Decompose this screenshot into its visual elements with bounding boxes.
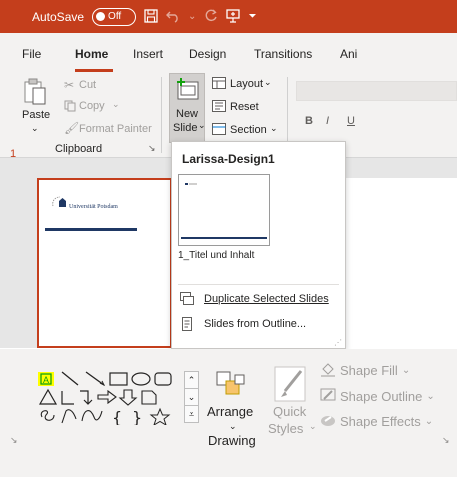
section-label[interactable]: Section	[230, 124, 267, 136]
tab-insert[interactable]: Insert	[133, 47, 163, 61]
new-slide-label-line2: Slide	[173, 122, 198, 134]
university-logo	[51, 194, 69, 213]
reset-label[interactable]: Reset	[230, 101, 259, 113]
cut-icon[interactable]: ✂	[64, 78, 74, 92]
shapes-gallery: A { }	[30, 369, 192, 427]
layout-thumbnail[interactable]	[178, 174, 270, 246]
gallery-up-icon[interactable]: ⌃	[185, 372, 198, 389]
clipboard-group-label: Clipboard	[55, 143, 103, 155]
save-icon[interactable]	[144, 8, 158, 25]
duplicate-slides-label: Duplicate Selected Slides	[204, 293, 329, 305]
copy-icon[interactable]	[64, 100, 76, 115]
shapes-gallery-scroll[interactable]: ⌃ ⌄ ⩡	[184, 371, 199, 423]
start-slideshow-icon[interactable]	[226, 8, 241, 25]
redo-icon[interactable]	[204, 9, 218, 25]
active-tab-indicator	[75, 69, 113, 72]
shape-outline-button[interactable]: Shape Outline ⌄	[320, 387, 435, 406]
font-name-combobox[interactable]	[296, 81, 457, 101]
dropdown-heading: Larissa-Design1	[182, 152, 275, 166]
gallery-more-icon[interactable]: ⩡	[185, 406, 198, 423]
shape-effects-dropdown-icon: ⌄	[424, 416, 434, 427]
autosave-label: AutoSave	[32, 9, 85, 24]
duplicate-slides-icon	[180, 292, 194, 306]
bold-button[interactable]: B	[305, 115, 313, 127]
paste-label[interactable]: Paste	[22, 109, 50, 121]
title-bar: AutoSave Off ⌄ ⏷	[0, 0, 457, 33]
shape-effects-button[interactable]: Shape Effects ⌄	[320, 412, 433, 431]
shape-outline-icon	[320, 387, 336, 406]
paste-dropdown-icon[interactable]: ⌄	[31, 123, 39, 134]
tab-transitions[interactable]: Transitions	[254, 47, 312, 61]
layout-title-bar	[181, 237, 267, 239]
tab-animations[interactable]: Ani	[340, 47, 357, 61]
svg-text:}: }	[132, 408, 142, 425]
format-painter-icon[interactable]: 🖌	[64, 121, 79, 135]
outline-icon	[180, 317, 194, 331]
toggle-knob	[96, 12, 106, 21]
new-slide-icon	[175, 77, 201, 104]
quick-styles-dropdown-icon[interactable]: ⌄	[309, 421, 317, 432]
resize-grip-icon[interactable]: ⋰	[334, 338, 342, 347]
shape-effects-icon	[320, 412, 336, 431]
new-slide-button[interactable]: New Slide ⌄	[169, 73, 206, 143]
paste-icon[interactable]	[24, 78, 46, 109]
italic-button[interactable]: I	[326, 115, 329, 127]
slides-from-outline-label: Slides from Outline...	[204, 318, 307, 330]
layout-icon[interactable]	[212, 77, 226, 92]
clipboard-launcher-icon[interactable]: ↘	[148, 143, 156, 154]
new-slide-dropdown-icon: ⌄	[198, 120, 206, 130]
underline-button[interactable]: U	[347, 115, 355, 127]
new-slide-dropdown: Larissa-Design1 1_Titel und Inhalt Dupli…	[171, 141, 346, 349]
svg-text:A: A	[43, 375, 49, 385]
layout-name[interactable]: 1_Titel und Inhalt	[178, 250, 254, 261]
toggle-state: Off	[108, 11, 122, 22]
shape-outline-label: Shape Outline	[340, 389, 423, 404]
shape-fill-icon	[320, 361, 336, 380]
slides-from-outline-item[interactable]: Slides from Outline...	[180, 315, 306, 333]
customize-qat-icon[interactable]: ⏷	[248, 11, 256, 22]
slide-title-bar	[45, 228, 137, 231]
arrange-label[interactable]: Arrange	[207, 404, 253, 419]
left-launcher-icon[interactable]: ↘	[10, 435, 18, 446]
quick-styles-label-line1[interactable]: Quick	[273, 404, 306, 419]
shape-fill-label: Shape Fill	[340, 363, 398, 378]
university-name: Universität Potsdam	[69, 204, 118, 210]
shape-effects-label: Shape Effects	[340, 414, 421, 429]
new-slide-label-line1: New	[176, 108, 199, 120]
quick-styles-icon[interactable]	[273, 365, 307, 406]
section-dropdown-icon[interactable]: ⌄	[270, 123, 278, 134]
tab-file[interactable]: File	[22, 47, 41, 61]
copy-label[interactable]: Copy	[79, 100, 105, 112]
drawing-group-label: Drawing	[208, 433, 256, 448]
tab-home[interactable]: Home	[75, 47, 108, 61]
separator	[161, 77, 162, 153]
drawing-group: A { } ⌃ ⌄ ⩡ Arrange ⌄ Quick Styles ⌄ Sha…	[0, 349, 457, 477]
shape-outline-dropdown-icon: ⌄	[426, 391, 435, 402]
shape-fill-dropdown-icon: ⌄	[401, 365, 411, 376]
slide-canvas[interactable]	[338, 178, 457, 348]
slide-number: 1	[10, 148, 17, 160]
gallery-down-icon[interactable]: ⌄	[185, 389, 198, 406]
section-icon[interactable]	[212, 123, 226, 138]
duplicate-slides-item[interactable]: Duplicate Selected Slides	[180, 290, 329, 308]
layout-label[interactable]: Layout	[230, 78, 263, 90]
svg-text:{: {	[112, 408, 122, 425]
slide-thumbnail[interactable]: Universität Potsdam	[37, 178, 172, 348]
undo-dropdown-icon[interactable]: ⌄	[188, 11, 196, 22]
drawing-launcher-icon[interactable]: ↘	[442, 435, 450, 446]
quick-styles-label-line2[interactable]: Styles	[268, 421, 303, 436]
dropdown-divider	[178, 284, 339, 285]
format-painter-label[interactable]: Format Painter	[79, 123, 152, 135]
undo-icon[interactable]	[166, 9, 180, 25]
tab-design[interactable]: Design	[189, 47, 226, 61]
cut-label[interactable]: Cut	[79, 79, 96, 91]
layout-dropdown-icon[interactable]: ⌄	[264, 77, 272, 88]
arrange-icon[interactable]	[216, 371, 246, 402]
arrange-dropdown-icon[interactable]: ⌄	[229, 421, 237, 432]
reset-icon[interactable]	[212, 100, 226, 115]
ribbon-tabs: File Home Insert Design Transitions Ani	[0, 33, 457, 73]
copy-dropdown-icon[interactable]: ⌄	[112, 99, 120, 110]
autosave-toggle[interactable]: Off	[92, 7, 137, 26]
shape-fill-button[interactable]: Shape Fill ⌄	[320, 361, 410, 380]
